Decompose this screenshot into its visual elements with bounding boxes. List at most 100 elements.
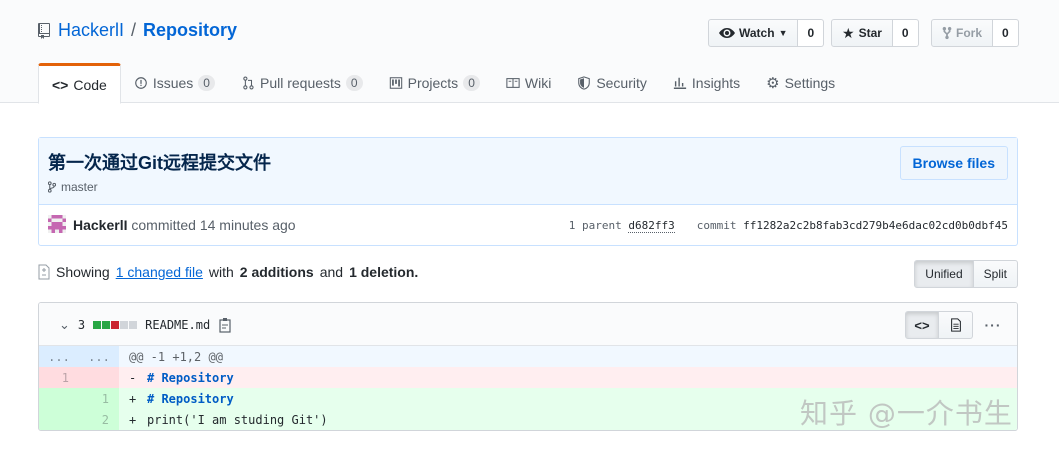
old-line-number[interactable] <box>39 409 79 430</box>
diff-line-text: print('I am studing Git') <box>147 412 328 427</box>
tab-label: Pull requests <box>259 75 341 91</box>
repo-name-link[interactable]: Repository <box>143 20 237 41</box>
star-label: Star <box>858 26 882 40</box>
unified-button[interactable]: Unified <box>914 260 974 288</box>
tab-label: Settings <box>784 75 836 91</box>
tab-label: Security <box>596 75 647 91</box>
commit-time: committed 14 minutes ago <box>131 217 296 233</box>
tab-label: Issues <box>152 75 194 91</box>
project-icon <box>389 77 402 89</box>
watch-count[interactable]: 0 <box>798 19 825 47</box>
avatar[interactable] <box>48 215 66 233</box>
gear-icon: ⚙ <box>766 75 780 92</box>
shield-icon <box>578 76 591 90</box>
commit-author[interactable]: HackerlI <box>73 217 127 233</box>
file-header: ⌄ 3 README.md <> ··· <box>39 303 1017 346</box>
diff-marker: + <box>129 412 137 427</box>
star-count[interactable]: 0 <box>892 19 919 47</box>
expand-down-icon[interactable]: ... <box>79 346 119 367</box>
branch-icon <box>48 181 56 193</box>
additions-count: 2 additions <box>239 264 314 280</box>
hunk-header: @@ -1 +1,2 @@ <box>119 346 1017 367</box>
tab-pull-requests[interactable]: Pull requests 0 <box>228 63 376 103</box>
fork-label: Fork <box>956 26 983 40</box>
branch-indicator: master <box>48 180 98 194</box>
code-icon: <> <box>914 317 930 333</box>
parent-info: 1 parent d682ff3 <box>568 219 675 233</box>
rich-diff-button[interactable] <box>939 311 973 339</box>
repo-header: HackerlI / Repository Watch ▼ 0 ★ Star 0… <box>0 0 1059 104</box>
repo-owner-link[interactable]: HackerlI <box>58 20 124 41</box>
tab-label: Projects <box>407 75 459 91</box>
diff-line-deletion: 1 - # Repository <box>39 367 1017 388</box>
tab-security[interactable]: Security <box>564 63 660 103</box>
issues-counter: 0 <box>198 75 215 91</box>
fork-button[interactable]: Fork <box>931 19 994 47</box>
split-button[interactable]: Split <box>973 260 1018 288</box>
expand-up-icon[interactable]: ... <box>39 346 79 367</box>
tab-wiki[interactable]: Wiki <box>493 63 564 103</box>
watermark: 知乎 @一介书生 <box>800 397 1013 430</box>
new-line-number[interactable]: 2 <box>79 409 119 430</box>
parent-label: 1 parent <box>568 219 622 232</box>
commit-box: 第一次通过Git远程提交文件 master Browse files Hacke… <box>38 137 1018 246</box>
parent-sha-link[interactable]: d682ff3 <box>628 219 675 233</box>
diffstat-block <box>102 321 111 329</box>
file-name-link[interactable]: README.md <box>145 318 210 332</box>
star-button[interactable]: ★ Star <box>831 19 893 47</box>
diffstat-block <box>93 321 102 329</box>
watch-group: Watch ▼ 0 <box>708 19 825 47</box>
projects-counter: 0 <box>463 75 480 91</box>
diffstat-block <box>120 321 129 329</box>
tab-label: Code <box>73 76 107 93</box>
branch-name[interactable]: master <box>61 180 98 194</box>
file-actions: <> ··· <box>905 311 1007 339</box>
file-diff-icon <box>38 264 50 280</box>
tab-settings[interactable]: ⚙ Settings <box>753 63 848 103</box>
eye-icon <box>719 28 735 38</box>
tab-projects[interactable]: Projects 0 <box>376 63 493 103</box>
pull-request-icon <box>243 76 254 90</box>
hunk-header-row: ... ... @@ -1 +1,2 @@ <box>39 346 1017 367</box>
fork-group: Fork 0 <box>931 19 1019 47</box>
chevron-down-icon[interactable]: ⌄ <box>59 317 70 333</box>
repo-icon <box>38 22 50 39</box>
commit-sha: ff1282a2c2b8fab3cd279b4e6dac02cd0b0dbf45 <box>743 219 1008 232</box>
clipboard-icon[interactable] <box>218 317 232 333</box>
source-diff-button[interactable]: <> <box>905 311 939 339</box>
diffstat-block <box>111 321 120 329</box>
tab-code[interactable]: <> Code <box>38 63 121 104</box>
diff-summary: Showing 1 changed file with 2 additions … <box>38 264 418 280</box>
kebab-menu-icon[interactable]: ··· <box>979 311 1007 339</box>
tab-label: Wiki <box>524 75 552 91</box>
book-icon <box>506 78 520 88</box>
deletions-count: 1 deletion. <box>349 264 419 280</box>
tab-insights[interactable]: Insights <box>660 63 753 103</box>
file-info: ⌄ 3 README.md <box>59 317 232 333</box>
fork-count[interactable]: 0 <box>993 19 1019 47</box>
diff-marker: + <box>129 391 137 406</box>
commit-info: commit ff1282a2c2b8fab3cd279b4e6dac02cd0… <box>697 219 1008 232</box>
diff-marker: - <box>129 370 137 385</box>
diff-view-toggle: Unified Split <box>914 260 1018 288</box>
commit-header: 第一次通过Git远程提交文件 master Browse files <box>39 138 1017 205</box>
repo-title: HackerlI / Repository <box>38 20 237 41</box>
new-line-number[interactable] <box>79 367 119 388</box>
star-icon: ★ <box>842 24 855 41</box>
deletions-count-wrap: 1 deletion. <box>349 264 418 280</box>
changed-files-link[interactable]: 1 changed file <box>116 264 203 280</box>
browse-files-button[interactable]: Browse files <box>899 146 1008 180</box>
toc-and: and <box>319 264 344 280</box>
watch-button[interactable]: Watch ▼ <box>708 19 799 47</box>
tab-issues[interactable]: Issues 0 <box>121 63 228 103</box>
new-line-number[interactable]: 1 <box>79 388 119 409</box>
old-line-number[interactable] <box>39 388 79 409</box>
commit-author-line: HackerlI committed 14 minutes ago <box>73 217 296 233</box>
tab-label: Insights <box>691 75 741 91</box>
change-count: 3 <box>77 318 86 332</box>
diff-line-code: - # Repository <box>119 367 1017 388</box>
issue-icon <box>135 77 147 89</box>
old-line-number[interactable]: 1 <box>39 367 79 388</box>
repo-nav-tabs: <> Code Issues 0 Pull requests 0 Project… <box>38 63 848 104</box>
code-icon: <> <box>52 76 69 93</box>
